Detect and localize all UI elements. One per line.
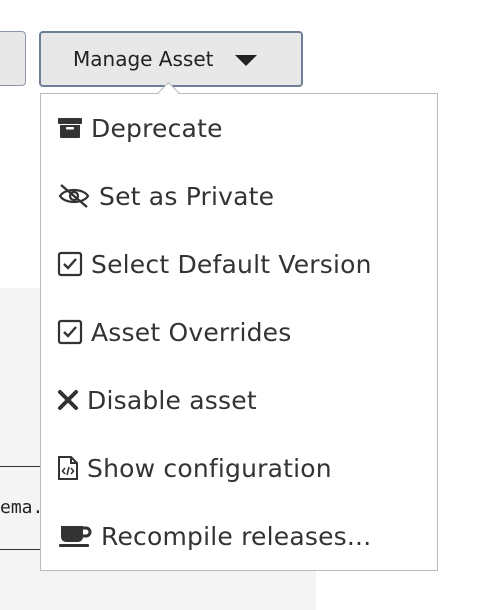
menu-item-select-default-version[interactable]: Select Default Version: [41, 234, 437, 294]
menu-item-set-as-private[interactable]: Set as Private: [41, 166, 437, 226]
screen: ema. Manage Asset Deprecate Set as Priva…: [0, 0, 480, 610]
archive-icon: [57, 115, 83, 141]
menu-item-show-configuration[interactable]: Show configuration: [41, 438, 437, 498]
check-square-icon: [57, 251, 83, 277]
menu-item-label: Set as Private: [99, 181, 275, 211]
coffee-cup-icon: [57, 523, 93, 549]
menu-item-disable-asset[interactable]: Disable asset: [41, 370, 437, 430]
menu-item-asset-overrides[interactable]: Asset Overrides: [41, 302, 437, 362]
divider: [0, 549, 40, 550]
check-square-icon: [57, 319, 83, 345]
file-code-icon: [57, 455, 79, 481]
menu-item-label: Asset Overrides: [91, 317, 292, 347]
caret-down-icon: [235, 54, 258, 66]
manage-asset-button[interactable]: Manage Asset: [39, 31, 303, 87]
menu-item-label: Select Default Version: [91, 249, 372, 279]
manage-asset-menu: Deprecate Set as Private Select Default …: [40, 93, 438, 571]
eye-slash-icon: [57, 183, 91, 209]
previous-toolbar-button[interactable]: [0, 31, 26, 86]
background-code-snippet: ema.: [0, 497, 44, 518]
menu-item-label: Recompile releases...: [101, 521, 372, 551]
menu-item-deprecate[interactable]: Deprecate: [41, 98, 437, 158]
divider: [0, 466, 40, 467]
manage-asset-label: Manage Asset: [73, 47, 214, 71]
menu-item-label: Disable asset: [87, 385, 257, 415]
menu-item-recompile-releases[interactable]: Recompile releases...: [41, 506, 437, 566]
x-icon: [57, 387, 79, 413]
menu-item-label: Deprecate: [91, 113, 223, 143]
menu-item-label: Show configuration: [87, 453, 332, 483]
